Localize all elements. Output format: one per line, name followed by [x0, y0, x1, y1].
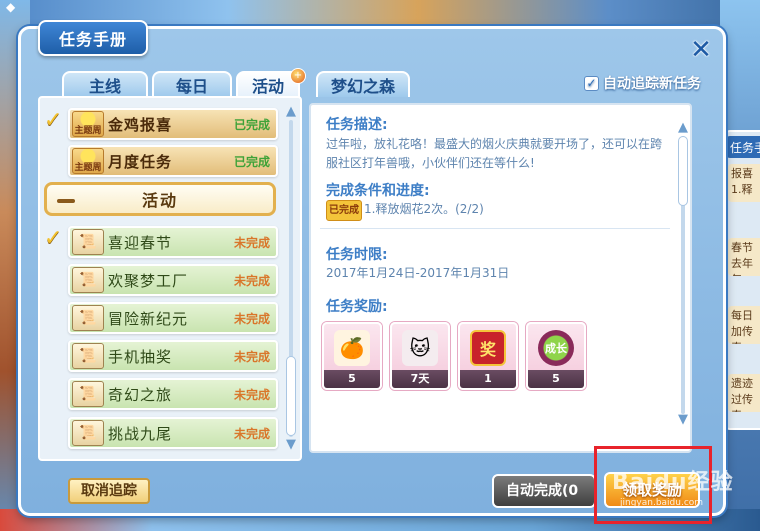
category-label: 活动 [141, 191, 178, 210]
auto-complete-button[interactable]: 自动完成(0 [492, 474, 596, 508]
secondary-list-item[interactable]: 每日 加传奇 [728, 306, 760, 344]
auto-track-toggle[interactable]: ✓ 自动追踪新任务 [584, 73, 701, 93]
task-status: 未完成 [233, 235, 270, 250]
watermark-url: jingyan.baidu.com [620, 498, 704, 508]
tracked-check-icon: ✓ [44, 226, 63, 251]
watermark-text: Baidu经验 [612, 470, 734, 495]
task-item-fantasy-journey[interactable]: 📜 奇幻之旅 未完成 [68, 378, 278, 410]
completed-badge: 已完成 [326, 200, 362, 221]
auto-track-label: 自动追踪新任务 [603, 76, 701, 92]
task-status: 未完成 [233, 273, 270, 288]
task-item-dream-factory[interactable]: 📜 欢聚梦工厂 未完成 [68, 264, 278, 296]
star-theme-icon: 主题周 [72, 148, 104, 174]
rewards-heading: 任务奖励: [326, 299, 388, 315]
reward-item-growth[interactable]: 成长 5 [526, 322, 586, 390]
cat-costume-icon: 🐱 [402, 330, 438, 366]
reward-item-lucky-card[interactable]: 奖 1 [458, 322, 518, 390]
orange-fruit-icon: 🍊 [334, 330, 370, 366]
task-item-spring-festival[interactable]: 📜 喜迎春节 未完成 [68, 226, 278, 258]
collapse-minus-icon [57, 199, 75, 203]
secondary-list-item[interactable]: 遗迹 过传奇 [728, 374, 760, 412]
task-status: 已完成 [233, 117, 270, 132]
task-status: 未完成 [233, 311, 270, 326]
scroll-task-icon: 📜 [72, 420, 104, 446]
secondary-list-item[interactable]: 春节 去年年 [728, 238, 760, 276]
task-name: 欢聚梦工厂 [108, 271, 189, 290]
section-divider [320, 228, 670, 229]
task-status: 未完成 [233, 387, 270, 402]
time-limit-heading: 任务时限: [326, 247, 388, 263]
scroll-thumb[interactable] [678, 136, 688, 206]
description-line: 过年啦，放礼花咯！最盛大的烟火庆典就要开场了，还可以在跨 [326, 137, 663, 151]
task-status: 已完成 [233, 154, 270, 169]
new-badge-icon: + [290, 68, 306, 84]
star-theme-icon: 主题周 [72, 111, 104, 137]
task-list-scrollbar[interactable]: ▲ ▼ [284, 105, 298, 451]
secondary-list-item[interactable]: 报喜 1.释 [728, 164, 760, 202]
task-name: 月度任务 [108, 152, 173, 171]
cancel-track-button[interactable]: 取消追踪 [68, 478, 150, 504]
scroll-up-icon[interactable]: ▲ [676, 121, 690, 134]
task-item-new-era[interactable]: 📜 冒险新纪元 未完成 [68, 302, 278, 334]
task-item-monthly[interactable]: 主题周 月度任务 已完成 [68, 145, 278, 177]
detail-scrollbar[interactable]: ▲ ▼ [676, 121, 690, 428]
scroll-down-icon[interactable]: ▼ [676, 413, 690, 426]
task-name: 喜迎春节 [108, 233, 173, 252]
condition-row: 已完成 1.释放烟花2次。(2/2) [326, 200, 484, 221]
reward-count: 5 [528, 370, 584, 388]
tab-daily[interactable]: 每日 [152, 71, 232, 97]
scroll-task-icon: 📜 [72, 229, 104, 255]
task-item-nine-tails[interactable]: 📜 挑战九尾 未完成 [68, 417, 278, 449]
window-title: 任务手册 [38, 20, 148, 56]
tab-main-line[interactable]: 主线 [62, 71, 148, 97]
reward-count: 7天 [392, 370, 448, 388]
task-name: 奇幻之旅 [108, 385, 173, 404]
task-name: 手机抽奖 [108, 347, 173, 366]
task-item-golden-rooster[interactable]: 主题周 金鸡报喜 已完成 [68, 108, 278, 140]
description-heading: 任务描述: [326, 117, 388, 133]
task-name: 冒险新纪元 [108, 309, 189, 328]
auto-track-checkbox[interactable]: ✓ [584, 75, 599, 91]
scroll-task-icon: 📜 [72, 267, 104, 293]
task-name: 挑战九尾 [108, 424, 173, 443]
scroll-thumb[interactable] [286, 356, 296, 436]
reward-count: 1 [460, 370, 516, 388]
task-item-phone-lottery[interactable]: 📜 手机抽奖 未完成 [68, 340, 278, 372]
task-name: 金鸡报喜 [108, 115, 173, 134]
reward-item-orange[interactable]: 🍊 5 [322, 322, 382, 390]
conditions-heading: 完成条件和进度: [326, 183, 430, 199]
close-icon[interactable]: ✕ [688, 37, 714, 64]
scroll-task-icon: 📜 [72, 343, 104, 369]
secondary-panel-tab[interactable]: 任务手 [726, 136, 760, 158]
scroll-up-icon[interactable]: ▲ [284, 105, 298, 118]
tab-dream-forest[interactable]: 梦幻之森 [316, 71, 410, 97]
task-status: 未完成 [233, 349, 270, 364]
scroll-task-icon: 📜 [72, 381, 104, 407]
condition-text: 1.释放烟花2次。(2/2) [364, 202, 484, 216]
category-header-activity[interactable]: 活动 [44, 182, 276, 216]
lucky-card-icon: 奖 [470, 330, 506, 366]
reward-item-cat-costume[interactable]: 🐱 7天 [390, 322, 450, 390]
task-status: 未完成 [233, 426, 270, 441]
scroll-task-icon: 📜 [72, 305, 104, 331]
growth-apple-icon: 成长 [538, 330, 574, 366]
reward-count: 5 [324, 370, 380, 388]
diamond-icon: ◆ [6, 0, 16, 14]
time-limit-text: 2017年1月24日-2017年1月31日 [326, 266, 510, 280]
description-line: 服社区打年兽哦，小伙伴们还在等什么! [326, 156, 535, 170]
tracked-check-icon: ✓ [44, 108, 63, 133]
scroll-down-icon[interactable]: ▼ [284, 438, 298, 451]
